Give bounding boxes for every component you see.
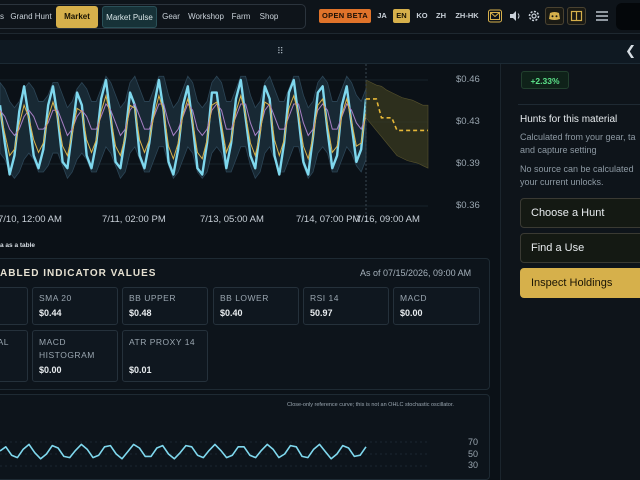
x-tick-label: 7/14, 07:00 PM [296,214,361,225]
nav-item-market-pulse[interactable]: Market Pulse [102,6,157,28]
x-tick-label: 7/10, 12:00 AM [0,214,62,225]
osc-tick-label: 30 [468,460,479,470]
osc-tick-label: 50 [468,449,479,459]
y-tick-label: $0.36 [456,200,480,211]
speaker-icon[interactable] [507,8,523,24]
indicator-card-macd: MACD $0.00 [393,287,480,325]
chart-toolbar: ⠿ ❮ [0,40,640,64]
indicator-card-blank [0,287,28,325]
lang-zh-hk[interactable]: ZH-HK [453,9,481,23]
oscillator-note: Close-only reference curve; this is not … [287,402,454,408]
hunts-description-line: Calculated from your gear, ta [520,132,636,142]
find-a-use-button[interactable]: Find a Use [520,233,640,263]
card-label: ATR PROXY 14 [129,337,196,347]
price-chart-svg[interactable] [0,64,500,236]
card-label: RSI 14 [310,293,339,303]
top-nav: s Grand Hunt Market Market Pulse Gear Wo… [0,0,640,34]
indicator-card-atr-proxy-14: ATR PROXY 14 $0.01 [122,330,208,382]
card-label: SMA 20 [39,293,72,303]
nav-item-market[interactable]: Market [56,6,98,28]
lang-zh[interactable]: ZH [434,9,448,23]
price-change-badge: +2.33% [521,71,569,89]
indicator-card-bb-lower: BB LOWER $0.40 [213,287,299,325]
drag-handle-icon[interactable]: ⠿ [277,46,284,57]
nav-item-grand-hunt[interactable]: Grand Hunt [9,6,53,28]
mail-icon[interactable] [487,8,503,24]
card-label: BB UPPER [129,293,176,303]
nav-item-gear[interactable]: Gear [160,6,182,28]
y-tick-label: $0.46 [456,74,480,85]
card-value: $0.00 [39,365,62,375]
indicator-card-bb-upper: BB UPPER $0.48 [122,287,208,325]
inspect-holdings-button[interactable]: Inspect Holdings [520,268,640,298]
discord-icon [549,12,560,20]
card-value: $0.01 [129,365,152,375]
choose-a-hunt-button[interactable]: Choose a Hunt [520,198,640,228]
book-icon [570,10,583,22]
indicator-card-signal: NAL [0,330,28,382]
nav-edge [616,3,640,30]
lang-en[interactable]: EN [393,9,410,23]
oscillator-chart-svg[interactable] [0,420,470,480]
card-value: $0.40 [220,308,243,318]
card-value: $0.44 [39,308,62,318]
indicator-card-macd-histogram: MACD HISTOGRAM $0.00 [32,330,118,382]
card-label: BB LOWER [220,293,269,303]
y-tick-label: $0.43 [456,116,480,127]
sidebar-divider [518,104,640,105]
hunts-description-line: and capture setting [520,145,597,155]
hunts-title: Hunts for this material [520,114,618,125]
hunts-note-line: your current unlocks. [520,177,604,187]
view-as-table-link[interactable]: a as a table [0,242,490,254]
collapse-arrow-icon[interactable]: ❮ [625,43,636,59]
guide-button[interactable] [567,7,586,25]
nav-item-farm[interactable]: Farm [230,6,252,28]
forecast-band [365,79,429,169]
nav-item-s[interactable]: s [0,6,6,28]
gear-icon[interactable] [526,8,542,24]
lang-ko[interactable]: KO [415,9,429,23]
x-tick-label: 7/13, 05:00 AM [200,214,264,225]
lang-ja[interactable]: JA [375,9,389,23]
open-beta-badge: OPEN BETA [319,9,371,23]
indicators-title: ABLED INDICATOR VALUES [0,268,157,279]
y-tick-label: $0.39 [456,158,480,169]
discord-button[interactable] [545,7,564,25]
indicators-timestamp: As of 07/15/2026, 09:00 AM [360,268,472,278]
indicator-card-rsi-14: RSI 14 50.97 [303,287,389,325]
card-label: MACD [400,293,428,303]
indicator-card-sma-20: SMA 20 $0.44 [32,287,118,325]
x-tick-label: 7/11, 02:00 PM [102,214,166,225]
card-label: MACD HISTOGRAM [39,337,95,360]
nav-item-workshop[interactable]: Workshop [186,6,226,28]
osc-tick-label: 70 [468,437,479,447]
card-value: $0.48 [129,308,152,318]
x-tick-label: 7/16, 09:00 AM [356,214,420,225]
oscillator-line [0,443,367,460]
nav-item-shop[interactable]: Shop [256,6,282,28]
hunts-note-line: No source can be calculated [520,164,634,174]
card-value: 50.97 [310,308,333,318]
hamburger-icon[interactable] [594,8,610,24]
card-value: $0.00 [400,308,423,318]
